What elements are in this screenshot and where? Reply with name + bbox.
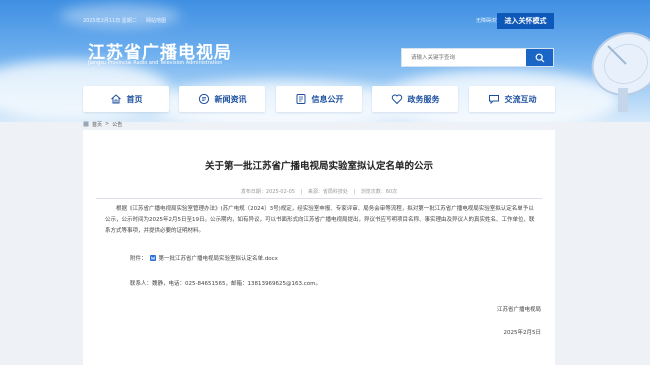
nav-label: 信息公开 <box>311 94 344 104</box>
attachment-label: 附件： <box>130 256 147 262</box>
nav-label: 政务服务 <box>407 94 440 104</box>
nav-item-service[interactable]: 政务服务 <box>372 86 458 112</box>
signature-date: 2025年2月5日 <box>503 330 542 336</box>
article-source: 来源：省局科技处 <box>307 189 348 195</box>
attachment-file-link[interactable]: 第一批江苏省广播电视局实验室拟认定名单.docx <box>159 254 278 262</box>
nav-label: 首页 <box>126 94 143 104</box>
nav-label: 新闻资讯 <box>214 94 247 104</box>
breadcrumb-current[interactable]: 公告 <box>112 121 122 128</box>
search-input[interactable] <box>402 49 527 66</box>
top-bar: 2025年2月11日 星期二 网站地图 无障碍浏览 进入关怀模式 <box>0 0 650 30</box>
article-panel: 关于第一批江苏省广播电视局实验室拟认定名单的公示 发布日期：2025-02-05… <box>83 130 555 365</box>
chat-icon <box>488 95 499 105</box>
info-icon <box>296 94 305 104</box>
meta-separator: | <box>353 189 356 195</box>
search-box <box>401 48 554 67</box>
signature-org: 江苏省广播电视局 <box>496 307 541 313</box>
location-icon <box>83 121 89 127</box>
service-icon <box>391 94 402 105</box>
main-nav: 首页 新闻资讯 信息公开 政务服务 交流互动 <box>83 86 555 112</box>
care-mode-button[interactable]: 进入关怀模式 <box>497 13 554 29</box>
nav-label: 交流互动 <box>504 94 537 104</box>
view-count: 浏览次数：60次 <box>360 189 398 195</box>
word-document-icon <box>149 255 156 261</box>
breadcrumb: 首页 > 公告 <box>83 119 555 129</box>
body-paragraph: 根据《江苏省广播电视局实验室管理办法》(苏广电规〔2024〕3号)规定，经实验室… <box>105 206 535 234</box>
sitemap-link[interactable]: 网站地图 <box>146 17 166 24</box>
current-date: 2025年2月11日 星期二 <box>83 18 137 24</box>
publish-date: 发布日期：2025-02-05 <box>240 189 295 195</box>
satellite-dish-icon <box>591 32 650 112</box>
search-button[interactable] <box>526 49 553 66</box>
breadcrumb-separator: > <box>105 121 110 127</box>
attachment-row: 附件： 第一批江苏省广播电视局实验室拟认定名单.docx <box>130 254 278 262</box>
article-meta: 发布日期：2025-02-05 | 来源：省局科技处 | 浏览次数：60次 <box>83 188 555 195</box>
meta-separator: | <box>300 189 303 195</box>
contact-info: 联系人：魏静，电话：025-84651565，邮箱：13813969625@16… <box>130 281 321 287</box>
home-icon <box>110 94 121 104</box>
article-body: 根据《江苏省广播电视局实验室管理办法》(苏广电规〔2024〕3号)规定，经实验室… <box>105 204 535 237</box>
nav-item-home[interactable]: 首页 <box>83 86 169 112</box>
nav-item-news[interactable]: 新闻资讯 <box>179 86 265 112</box>
site-logo-subtitle: Jiangsu Provincial Radio and Television … <box>88 60 223 66</box>
news-icon <box>198 93 209 105</box>
search-icon <box>535 53 544 62</box>
nav-item-info[interactable]: 信息公开 <box>276 86 362 112</box>
article-title: 关于第一批江苏省广播电视局实验室拟认定名单的公示 <box>204 161 433 172</box>
breadcrumb-home[interactable]: 首页 <box>92 121 102 128</box>
nav-item-interact[interactable]: 交流互动 <box>469 86 555 112</box>
divider <box>96 198 542 199</box>
